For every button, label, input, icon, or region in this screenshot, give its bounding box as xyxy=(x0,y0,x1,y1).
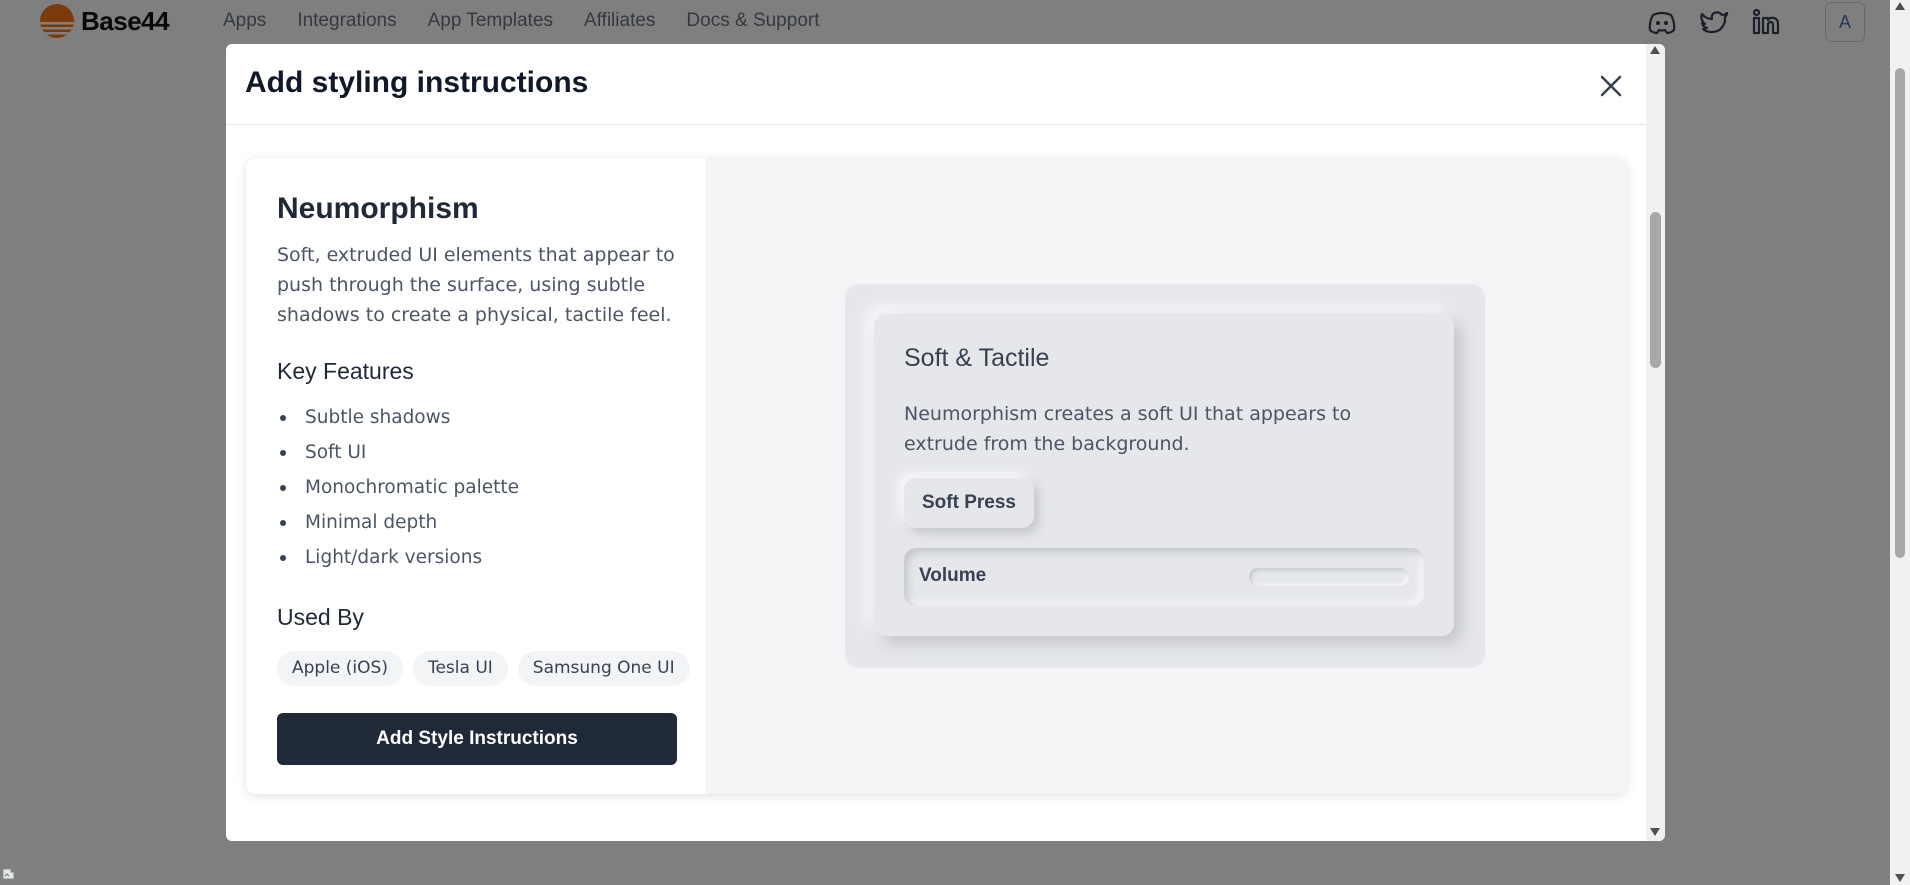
style-card: Neumorphism Soft, extruded UI elements t… xyxy=(246,158,1627,794)
feature-item: Soft UI xyxy=(277,435,519,470)
used-by-tag: Samsung One UI xyxy=(517,651,690,686)
modal-title: Add styling instructions xyxy=(245,66,589,99)
features-list: Subtle shadows Soft UI Monochromatic pal… xyxy=(277,400,519,575)
style-name: Neumorphism xyxy=(277,192,479,225)
style-description: Soft, extruded UI elements that appear t… xyxy=(277,244,675,326)
used-by-heading: Used By xyxy=(277,604,364,630)
style-details: Neumorphism Soft, extruded UI elements t… xyxy=(246,158,706,794)
used-by-tags: Apple (iOS) Tesla UI Samsung One UI xyxy=(277,651,690,686)
page-scrollbar-thumb[interactable] xyxy=(1895,68,1905,558)
scroll-down-arrow-icon[interactable] xyxy=(1895,874,1905,882)
volume-control: Volume xyxy=(904,548,1424,606)
styling-modal: Add styling instructions Neumorphism Sof… xyxy=(226,44,1665,841)
soft-press-button[interactable]: Soft Press xyxy=(904,478,1034,528)
used-by-tag: Apple (iOS) xyxy=(277,651,403,686)
modal-header: Add styling instructions xyxy=(226,44,1646,125)
key-features-heading: Key Features xyxy=(277,358,414,384)
feature-item: Monochromatic palette xyxy=(277,470,519,505)
modal-scroll-up-arrow-icon[interactable] xyxy=(1650,46,1660,54)
modal-scrollbar-thumb[interactable] xyxy=(1650,212,1661,368)
preview-text: Neumorphism creates a soft UI that appea… xyxy=(904,403,1352,455)
used-by-tag: Tesla UI xyxy=(412,651,508,686)
add-style-instructions-button[interactable]: Add Style Instructions xyxy=(277,713,677,765)
style-preview-panel: Soft & Tactile Neumorphism creates a sof… xyxy=(706,158,1627,794)
close-icon[interactable] xyxy=(1597,72,1625,100)
feature-item: Minimal depth xyxy=(277,505,519,540)
volume-label: Volume xyxy=(919,565,987,586)
page-scrollbar[interactable] xyxy=(1890,0,1910,885)
modal-scrollbar[interactable] xyxy=(1646,44,1665,841)
modal-scroll-down-arrow-icon[interactable] xyxy=(1650,828,1660,836)
broken-image-icon xyxy=(2,868,15,880)
feature-item: Subtle shadows xyxy=(277,400,519,435)
preview-card: Soft & Tactile Neumorphism creates a sof… xyxy=(874,314,1454,636)
preview-title: Soft & Tactile xyxy=(904,344,1050,372)
volume-slider[interactable] xyxy=(1249,568,1409,586)
scroll-up-arrow-icon[interactable] xyxy=(1895,2,1905,10)
feature-item: Light/dark versions xyxy=(277,540,519,575)
preview-surface: Soft & Tactile Neumorphism creates a sof… xyxy=(845,284,1485,668)
